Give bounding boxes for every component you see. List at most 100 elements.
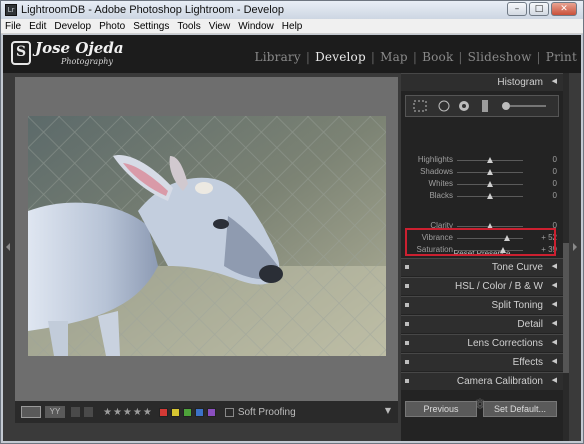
tone-slider-knob[interactable] [487, 181, 493, 187]
collapse-triangle-icon: ◀ [551, 281, 557, 289]
panel-header-lens-corrections[interactable]: Lens Corrections ◀ [401, 334, 563, 352]
module-separator: | [412, 50, 418, 64]
before-after-view-button[interactable]: YY [45, 406, 65, 418]
tone-row-shadows[interactable]: Shadows 0 [401, 167, 563, 178]
menu-photo[interactable]: Photo [99, 21, 125, 32]
left-panel-toggle-icon[interactable] [6, 243, 10, 251]
close-button[interactable]: ✕ [551, 2, 577, 16]
flag-reject-icon[interactable] [84, 407, 93, 417]
identity-plate-name: Jose Ojeda [35, 39, 124, 57]
color-label-yellow[interactable] [170, 407, 180, 417]
tone-value[interactable]: 0 [553, 179, 557, 188]
menu-settings[interactable]: Settings [133, 21, 169, 32]
panel-switch-icon[interactable] [405, 265, 409, 269]
rating-stars[interactable]: ★★★★★ [103, 407, 153, 418]
module-separator: | [305, 50, 311, 64]
panel-switch-icon[interactable] [405, 360, 409, 364]
tone-value[interactable]: 0 [553, 155, 557, 164]
title-bar: Lr LightroomDB - Adobe Photoshop Lightro… [1, 1, 583, 19]
color-label-blue[interactable] [194, 407, 204, 417]
soft-proofing-checkbox[interactable] [224, 407, 234, 417]
minimize-button[interactable]: – [507, 2, 527, 16]
color-label-red[interactable] [158, 407, 168, 417]
collapse-triangle-icon: ◀ [551, 376, 557, 384]
collapse-triangle-icon: ◀ [551, 77, 557, 85]
effects-title: Effects [512, 357, 543, 368]
develop-toolbar: YY ★★★★★ Soft Proofing ▼ [15, 401, 398, 423]
menu-tools[interactable]: Tools [177, 21, 200, 32]
flag-pick-icon[interactable] [71, 407, 80, 417]
module-separator: | [370, 50, 376, 64]
menu-help[interactable]: Help [282, 21, 303, 32]
panel-switch-icon[interactable] [405, 303, 409, 307]
module-picker: Library | Develop | Map | Book | Slidesh… [255, 50, 577, 64]
photo-preview[interactable] [28, 116, 386, 356]
menu-window[interactable]: Window [238, 21, 274, 32]
collapse-triangle-icon: ◀ [551, 262, 557, 270]
tone-row-highlights[interactable]: Highlights 0 [401, 155, 563, 166]
collapse-triangle-icon: ◀ [551, 357, 557, 365]
vibrance-saturation-highlight [405, 228, 556, 256]
menu-file[interactable]: File [5, 21, 21, 32]
panel-switch-icon[interactable] [405, 284, 409, 288]
tone-slider-knob[interactable] [487, 193, 493, 199]
tone-label: Shadows [420, 167, 453, 176]
menu-view[interactable]: View [209, 21, 231, 32]
collapse-triangle-icon: ◀ [551, 338, 557, 346]
histogram-panel-header[interactable]: Histogram ◀ [401, 73, 563, 91]
adjustment-brush-icon [502, 102, 510, 110]
tone-curve-title: Tone Curve [491, 262, 543, 273]
detail-title: Detail [517, 319, 543, 330]
previous-button[interactable]: Previous [405, 401, 477, 417]
module-map[interactable]: Map [380, 50, 408, 64]
camera-calibration-title: Camera Calibration [456, 376, 543, 387]
crop-tool-icon [413, 100, 427, 112]
tone-row-blacks[interactable]: Blacks 0 [401, 191, 563, 202]
toolbar-menu-icon[interactable]: ▼ [382, 406, 394, 418]
collapse-triangle-icon: ◀ [551, 319, 557, 327]
panel-header-split-toning[interactable]: Split Toning ◀ [401, 296, 563, 314]
module-header: S Jose Ojeda Photography Library | Devel… [3, 35, 581, 73]
tone-row-whites[interactable]: Whites 0 [401, 179, 563, 190]
module-library[interactable]: Library [255, 50, 301, 64]
menu-develop[interactable]: Develop [54, 21, 91, 32]
color-label-purple[interactable] [206, 407, 216, 417]
module-print[interactable]: Print [546, 50, 577, 64]
identity-plate-subtitle: Photography [61, 57, 113, 66]
identity-plate-logo-icon: S [11, 41, 31, 65]
menu-edit[interactable]: Edit [29, 21, 46, 32]
panel-switch-icon[interactable] [405, 322, 409, 326]
module-develop[interactable]: Develop [315, 50, 366, 64]
panel-bottom-buttons: Previous Set Default... [405, 401, 557, 417]
lens-corrections-title: Lens Corrections [467, 338, 543, 349]
window-title: LightroomDB - Adobe Photoshop Lightroom … [21, 4, 284, 16]
loupe-view-button[interactable] [21, 406, 41, 418]
right-panel-scrollbar[interactable] [563, 73, 569, 441]
tone-slider-knob[interactable] [487, 169, 493, 175]
set-default-button[interactable]: Set Default... [483, 401, 557, 417]
module-slideshow[interactable]: Slideshow [468, 50, 532, 64]
panel-header-camera-calibration[interactable]: Camera Calibration ◀ [401, 372, 563, 390]
panel-header-tone-curve[interactable]: Tone Curve ◀ [401, 258, 563, 276]
tone-label: Whites [428, 179, 453, 188]
panel-header-detail[interactable]: Detail ◀ [401, 315, 563, 333]
tone-value[interactable]: 0 [553, 167, 557, 176]
panel-switch-icon[interactable] [405, 341, 409, 345]
spot-removal-icon [438, 100, 450, 112]
graduated-filter-icon [482, 100, 488, 112]
image-canvas[interactable] [15, 77, 398, 401]
maximize-button[interactable]: □ [529, 2, 549, 16]
panel-switch-icon[interactable] [405, 379, 409, 383]
collapse-triangle-icon: ◀ [551, 300, 557, 308]
right-panel-toggle-icon[interactable] [573, 243, 577, 251]
tone-value[interactable]: 0 [553, 191, 557, 200]
histogram-title: Histogram [497, 77, 543, 88]
color-label-green[interactable] [182, 407, 192, 417]
scrollbar-thumb[interactable] [563, 243, 569, 373]
panel-header-effects[interactable]: Effects ◀ [401, 353, 563, 371]
module-book[interactable]: Book [422, 50, 453, 64]
app-window: Lr LightroomDB - Adobe Photoshop Lightro… [0, 0, 584, 444]
panel-header-hsl[interactable]: HSL / Color / B & W ◀ [401, 277, 563, 295]
tool-strip-icons [413, 100, 546, 112]
tone-slider-knob[interactable] [487, 157, 493, 163]
